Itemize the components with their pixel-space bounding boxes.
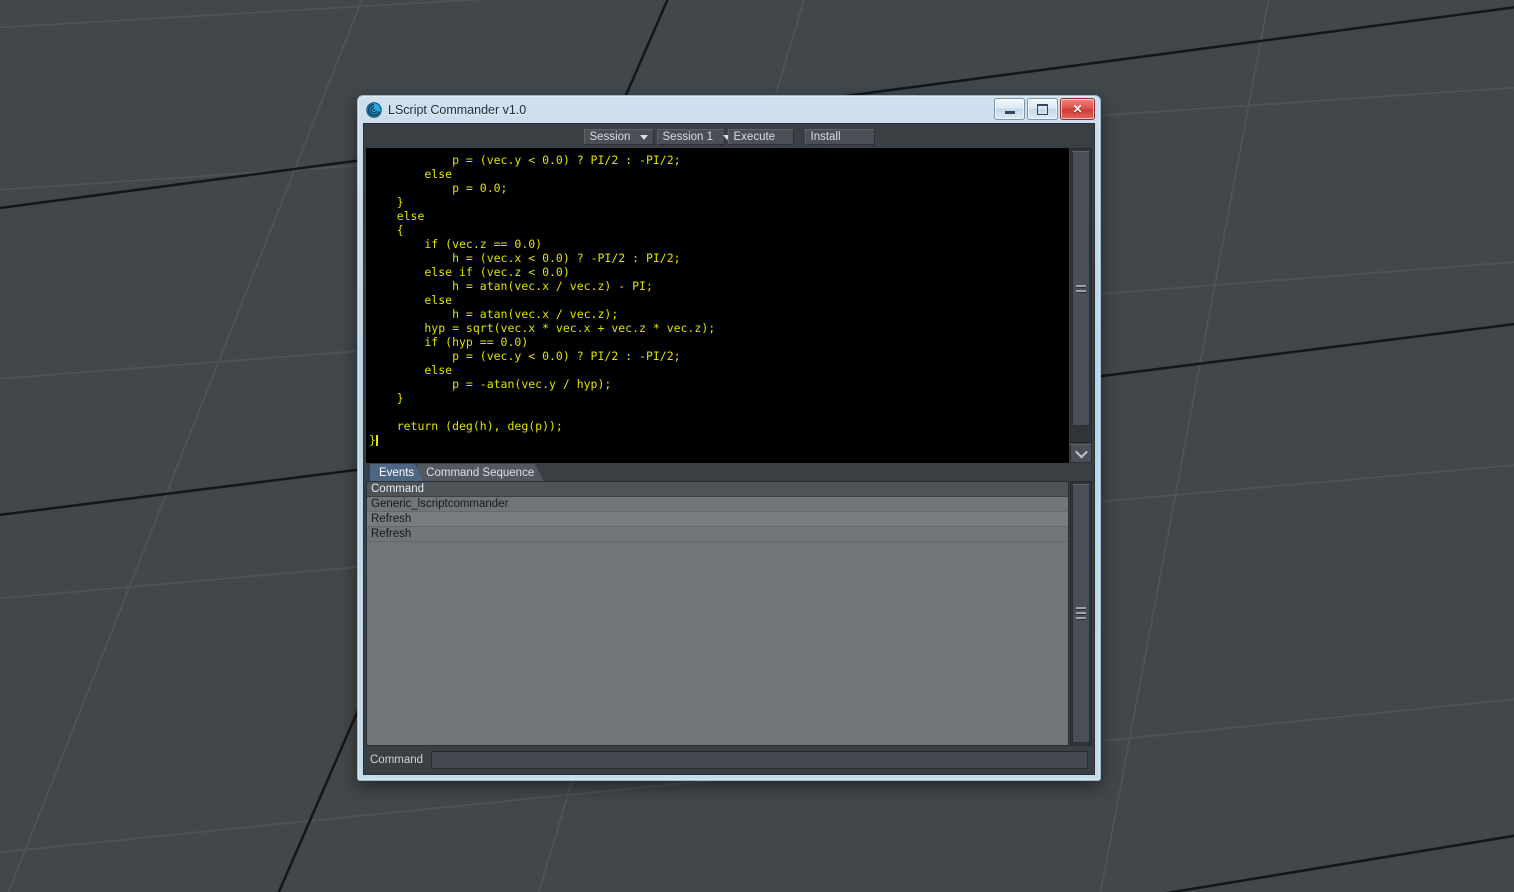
event-list[interactable]: Command Generic_lscriptcommander Refresh…	[366, 481, 1069, 746]
tab-bar: Events Command Sequence	[364, 463, 1094, 481]
toolbar: Session Session 1 Execute Install	[364, 124, 1094, 148]
minimize-icon	[1004, 110, 1015, 114]
table-row[interactable]: Generic_lscriptcommander	[367, 497, 1068, 512]
close-button[interactable]: ✕	[1060, 98, 1095, 120]
editor-vertical-scrollbar[interactable]	[1070, 148, 1092, 463]
maximize-button[interactable]	[1027, 98, 1058, 120]
text-caret	[375, 435, 378, 446]
session-select-dropdown[interactable]: Session 1	[656, 129, 732, 145]
table-row[interactable]: Refresh	[367, 512, 1068, 527]
code-text: p = (vec.y < 0.0) ? PI/2 : -PI/2; else p…	[369, 153, 716, 447]
install-button[interactable]: Install	[804, 129, 875, 145]
tab-events-label: Events	[379, 466, 415, 479]
tab-command-sequence[interactable]: Command Sequence	[417, 464, 543, 481]
event-list-region: Command Generic_lscriptcommander Refresh…	[364, 481, 1094, 746]
editor-scroll-thumb[interactable]	[1072, 151, 1090, 426]
execute-button[interactable]: Execute	[727, 129, 794, 145]
tab-command-sequence-label: Command Sequence	[426, 466, 535, 479]
install-button-label: Install	[810, 131, 841, 143]
session-select-value: Session 1	[662, 131, 714, 143]
execute-button-label: Execute	[733, 131, 776, 143]
editor-scroll-track[interactable]	[1070, 148, 1092, 443]
lscript-commander-window[interactable]: LScript Commander v1.0 ✕ Session Session…	[357, 95, 1101, 781]
event-list-empty-space	[367, 542, 1068, 745]
minimize-button[interactable]	[994, 98, 1025, 120]
editor-scroll-down-button[interactable]	[1070, 444, 1092, 463]
window-titlebar[interactable]: LScript Commander v1.0 ✕	[363, 96, 1095, 123]
lightwave-spiral-icon	[366, 101, 382, 118]
event-list-column-header: Command	[367, 482, 1068, 497]
chevron-down-icon	[1074, 445, 1088, 459]
table-row[interactable]: Refresh	[367, 527, 1068, 542]
maximize-icon	[1037, 103, 1048, 115]
window-controls[interactable]: ✕	[994, 98, 1095, 120]
scroll-thumb-grip-icon	[1076, 283, 1086, 295]
tab-events[interactable]: Events	[370, 464, 423, 481]
code-editor[interactable]: p = (vec.y < 0.0) ? PI/2 : -PI/2; else p…	[366, 148, 1069, 463]
editor-region: p = (vec.y < 0.0) ? PI/2 : -PI/2; else p…	[364, 148, 1094, 463]
window-client-area: Session Session 1 Execute Install p = (v…	[363, 123, 1095, 775]
event-list-scroll-track[interactable]	[1070, 481, 1092, 746]
close-icon: ✕	[1072, 102, 1083, 116]
event-list-vertical-scrollbar[interactable]	[1070, 481, 1092, 746]
window-title: LScript Commander v1.0	[388, 102, 527, 117]
event-list-scroll-thumb[interactable]	[1072, 484, 1090, 743]
session-menu-dropdown[interactable]: Session	[583, 129, 654, 145]
session-menu-label: Session	[589, 131, 631, 143]
scroll-thumb-grip-icon	[1076, 605, 1086, 622]
chevron-down-icon	[640, 134, 649, 140]
command-bar: Command	[364, 746, 1094, 774]
command-input[interactable]	[431, 751, 1088, 769]
command-input-label: Command	[370, 754, 424, 766]
